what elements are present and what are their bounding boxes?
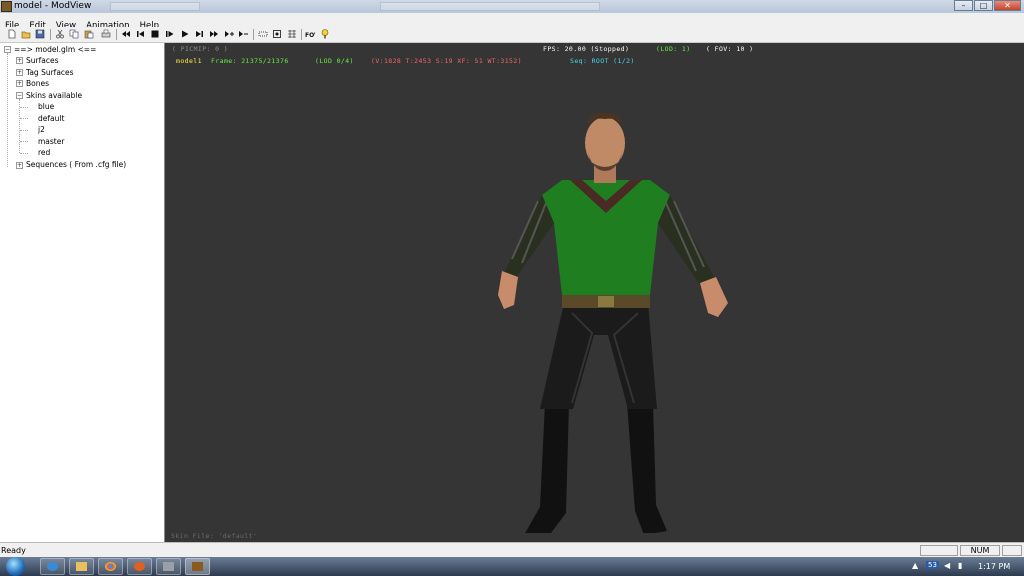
toolbar: FOV bbox=[0, 27, 1024, 43]
step-back-icon[interactable] bbox=[136, 29, 146, 39]
app-icon bbox=[134, 562, 145, 571]
character-model bbox=[498, 112, 728, 533]
tray-badge[interactable]: 53 bbox=[926, 561, 939, 569]
tray-expand-icon[interactable]: ▲ bbox=[912, 561, 918, 570]
step-forward-icon[interactable] bbox=[194, 29, 204, 39]
hud-lod: (LOD: 1) bbox=[656, 45, 691, 53]
hud-fov: ( FOV: 10 ) bbox=[706, 45, 754, 53]
tree-root-model[interactable]: ==> model.glm <== bbox=[14, 44, 96, 55]
model-viewport[interactable]: ( PICMIP: 0 ) FPS: 20.00 (Stopped) (LOD:… bbox=[165, 43, 1024, 542]
volume-icon[interactable]: ◀ bbox=[944, 561, 950, 570]
collapse-root-icon[interactable]: − bbox=[4, 46, 11, 53]
tree-node-surfaces[interactable]: Surfaces bbox=[26, 55, 58, 66]
internet-explorer-icon bbox=[47, 562, 58, 571]
maximize-button[interactable]: □ bbox=[974, 0, 993, 11]
app-icon bbox=[1, 1, 12, 12]
hud-lod-count: (LOD 0/4) bbox=[315, 57, 354, 65]
tree-line bbox=[7, 53, 8, 167]
system-tray: ▲ 53 ◀ ▮ 1:17 PM bbox=[904, 557, 1024, 576]
chrome-icon bbox=[105, 562, 116, 571]
status-text: Ready bbox=[1, 546, 26, 555]
title-bar: model - ModView – □ ✕ bbox=[0, 0, 1024, 13]
menu-bar: File Edit View Animation Help bbox=[0, 13, 1024, 31]
taskbar-app-2[interactable] bbox=[156, 558, 181, 575]
clock[interactable]: 1:17 PM bbox=[978, 562, 1010, 571]
tree-line bbox=[20, 141, 28, 142]
normals-icon[interactable] bbox=[287, 29, 297, 39]
save-icon[interactable] bbox=[35, 29, 45, 39]
status-pane-empty bbox=[920, 545, 958, 556]
tree-line bbox=[20, 107, 28, 108]
play-icon[interactable] bbox=[180, 29, 190, 39]
taskbar-ie[interactable] bbox=[40, 558, 65, 575]
taskbar-chrome[interactable] bbox=[98, 558, 123, 575]
taskbar: ▲ 53 ◀ ▮ 1:17 PM bbox=[0, 557, 1024, 576]
minimize-button[interactable]: – bbox=[954, 0, 973, 11]
hud-vertex-stats: (V:1828 T:2453 S:19 XF: 51 WT:3152) bbox=[371, 57, 522, 65]
expand-bones-icon[interactable]: + bbox=[16, 80, 23, 87]
new-file-icon[interactable] bbox=[7, 29, 17, 39]
status-pane-empty bbox=[1002, 545, 1022, 556]
stop-icon[interactable] bbox=[150, 29, 160, 39]
wireframe-icon[interactable] bbox=[272, 29, 282, 39]
print-icon[interactable] bbox=[101, 29, 111, 39]
bbox-icon[interactable] bbox=[258, 29, 268, 39]
toolbar-separator bbox=[253, 29, 254, 40]
rewind-icon[interactable] bbox=[121, 29, 131, 39]
toolbar-separator bbox=[116, 29, 117, 40]
tree-node-tag-surfaces[interactable]: Tag Surfaces bbox=[26, 67, 74, 78]
tree-line bbox=[20, 130, 28, 131]
expand-sequences-icon[interactable]: + bbox=[16, 162, 23, 169]
folder-icon bbox=[76, 562, 87, 571]
network-icon[interactable]: ▮ bbox=[958, 561, 962, 570]
start-button[interactable] bbox=[6, 557, 25, 576]
tree-skin-default[interactable]: default bbox=[38, 113, 64, 124]
hud-frame: Frame: 21375/21376 bbox=[211, 57, 289, 65]
tree-line bbox=[20, 118, 28, 119]
model-tree-panel: − ==> model.glm <== + Surfaces + Tag Sur… bbox=[0, 43, 165, 542]
tree-skin-blue[interactable]: blue bbox=[38, 101, 54, 112]
tree-skin-j2[interactable]: j2 bbox=[38, 124, 45, 135]
toolbar-separator bbox=[301, 29, 302, 40]
open-folder-icon[interactable] bbox=[21, 29, 31, 39]
hud-sequence: Seq: ROOT (1/2) bbox=[570, 57, 635, 65]
hud-skin-file: Skin File: 'default' bbox=[171, 532, 258, 540]
collapse-skins-icon[interactable]: − bbox=[16, 92, 23, 99]
hud-fps: FPS: 20.00 (Stopped) bbox=[543, 45, 630, 53]
cut-icon[interactable] bbox=[55, 29, 65, 39]
hud-picmip: ( PICMIP: 0 ) bbox=[172, 45, 229, 53]
taskbar-explorer[interactable] bbox=[69, 558, 94, 575]
taskbar-modview[interactable] bbox=[185, 558, 210, 575]
taskbar-app[interactable] bbox=[127, 558, 152, 575]
tree-skin-master[interactable]: master bbox=[38, 136, 64, 147]
play-pause-icon[interactable] bbox=[165, 29, 175, 39]
fast-forward-icon[interactable] bbox=[209, 29, 219, 39]
status-bar: Ready NUM bbox=[0, 542, 1024, 558]
tree-skin-red[interactable]: red bbox=[38, 147, 50, 158]
window-title: model - ModView bbox=[14, 1, 92, 11]
help-icon[interactable] bbox=[320, 29, 330, 39]
tree-node-skins-available[interactable]: Skins available bbox=[26, 90, 82, 101]
tree-line bbox=[20, 153, 28, 154]
hud-model-name: model1 bbox=[176, 57, 202, 65]
fov-icon[interactable]: FOV bbox=[305, 29, 319, 39]
status-num-indicator: NUM bbox=[960, 545, 1000, 556]
toolbar-separator bbox=[50, 29, 51, 40]
close-button[interactable]: ✕ bbox=[994, 0, 1021, 11]
paste-icon[interactable] bbox=[84, 29, 94, 39]
lod-down-icon[interactable] bbox=[238, 29, 248, 39]
tree-node-bones[interactable]: Bones bbox=[26, 78, 49, 89]
tree-node-sequences[interactable]: Sequences ( From .cfg file) bbox=[26, 159, 126, 170]
expand-tag-surfaces-icon[interactable]: + bbox=[16, 69, 23, 76]
svg-text:FOV: FOV bbox=[305, 32, 315, 39]
lod-up-icon[interactable] bbox=[224, 29, 234, 39]
expand-surfaces-icon[interactable]: + bbox=[16, 57, 23, 64]
background-tab bbox=[380, 2, 600, 11]
modview-icon bbox=[192, 562, 203, 571]
window-icon bbox=[163, 562, 174, 571]
background-tab bbox=[110, 2, 200, 11]
copy-icon[interactable] bbox=[69, 29, 79, 39]
